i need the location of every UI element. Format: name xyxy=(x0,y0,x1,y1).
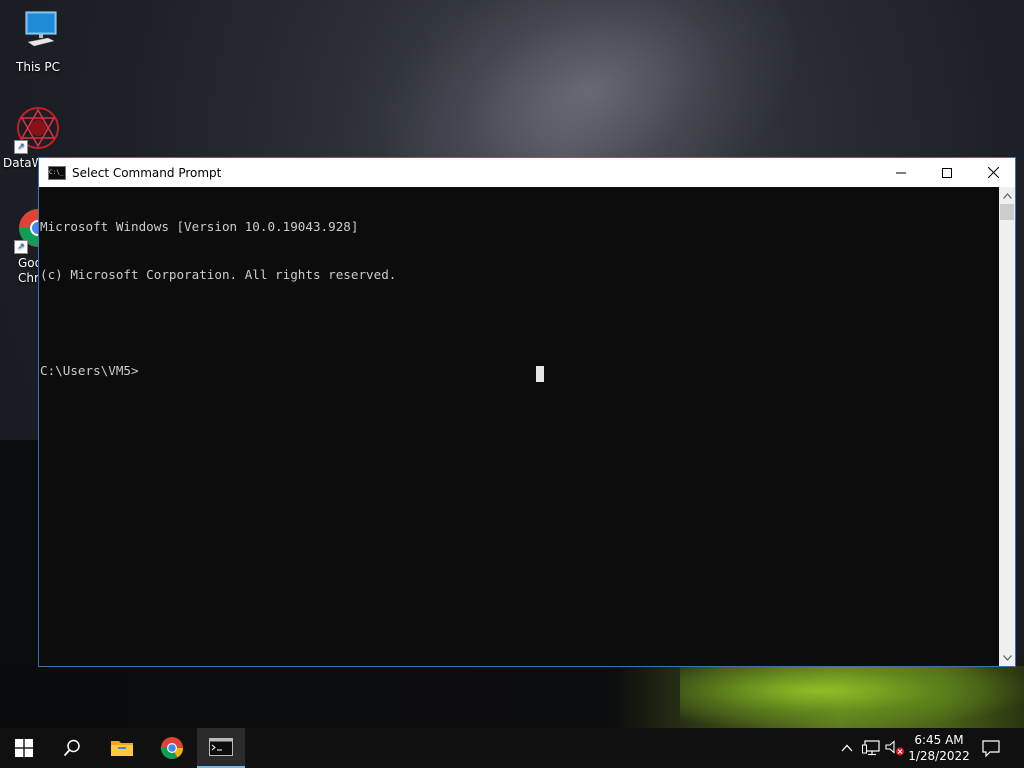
console-line: (c) Microsoft Corporation. All rights re… xyxy=(40,267,397,282)
chevron-up-icon xyxy=(1002,192,1012,199)
close-icon xyxy=(987,167,999,178)
chevron-up-icon xyxy=(841,744,853,752)
command-prompt-icon xyxy=(209,738,233,756)
network-button[interactable] xyxy=(860,728,882,768)
clock-time: 6:45 AM xyxy=(914,733,964,747)
chrome-button[interactable] xyxy=(148,728,196,768)
console-prompt-line: C:\Users\VM5> xyxy=(40,363,139,378)
console-output[interactable]: Microsoft Windows [Version 10.0.19043.92… xyxy=(39,187,999,666)
google-chrome-icon xyxy=(161,737,183,759)
desktop-icon-this-pc[interactable]: This PC xyxy=(0,8,76,74)
vertical-scrollbar[interactable] xyxy=(999,187,1015,666)
folder-icon xyxy=(111,741,133,756)
start-button[interactable] xyxy=(0,728,48,768)
network-icon xyxy=(862,740,880,756)
shortcut-arrow-icon: ↗ xyxy=(14,240,28,254)
close-button[interactable] xyxy=(970,158,1016,187)
search-button[interactable] xyxy=(48,728,96,768)
chevron-down-icon xyxy=(1002,654,1012,661)
command-prompt-button[interactable] xyxy=(197,728,245,768)
maximize-icon xyxy=(942,167,952,178)
notification-icon xyxy=(982,739,1000,757)
window-titlebar[interactable]: C:\_ Select Command Prompt xyxy=(39,158,1015,187)
windows-logo-icon xyxy=(15,739,33,757)
this-pc-icon xyxy=(14,8,62,56)
taskbar-clock[interactable]: 6:45 AM 1/28/2022 xyxy=(905,732,973,764)
console-line: Microsoft Windows [Version 10.0.19043.92… xyxy=(40,219,359,234)
shortcut-arrow-icon: ↗ xyxy=(14,140,28,154)
minimize-icon xyxy=(896,172,906,173)
maximize-button[interactable] xyxy=(924,158,970,187)
minimize-button[interactable] xyxy=(878,158,924,187)
scroll-up-button[interactable] xyxy=(999,187,1015,204)
file-explorer-button[interactable] xyxy=(98,728,146,768)
taskbar: 6:45 AM 1/28/2022 xyxy=(0,728,1024,768)
scroll-thumb[interactable] xyxy=(1000,204,1014,220)
volume-button[interactable] xyxy=(884,728,906,768)
wallpaper-tent-glow xyxy=(680,666,1024,728)
clock-date: 1/28/2022 xyxy=(908,749,970,763)
volume-muted-icon xyxy=(885,740,904,756)
command-prompt-icon: C:\_ xyxy=(48,165,66,180)
scroll-down-button[interactable] xyxy=(999,649,1015,666)
show-hidden-icons-button[interactable] xyxy=(838,728,856,768)
desktop-icon-label: This PC xyxy=(16,60,60,74)
text-cursor xyxy=(536,366,544,382)
datawrapper-app-icon: ↗ xyxy=(14,106,62,154)
command-prompt-window[interactable]: C:\_ Select Command Prompt Microsoft Win… xyxy=(38,157,1016,667)
window-title: Select Command Prompt xyxy=(72,165,222,180)
notification-center-button[interactable] xyxy=(976,728,1006,768)
desktop-icon-datawrapper[interactable]: ↗ DataW xyxy=(0,106,59,170)
search-icon xyxy=(63,739,80,757)
